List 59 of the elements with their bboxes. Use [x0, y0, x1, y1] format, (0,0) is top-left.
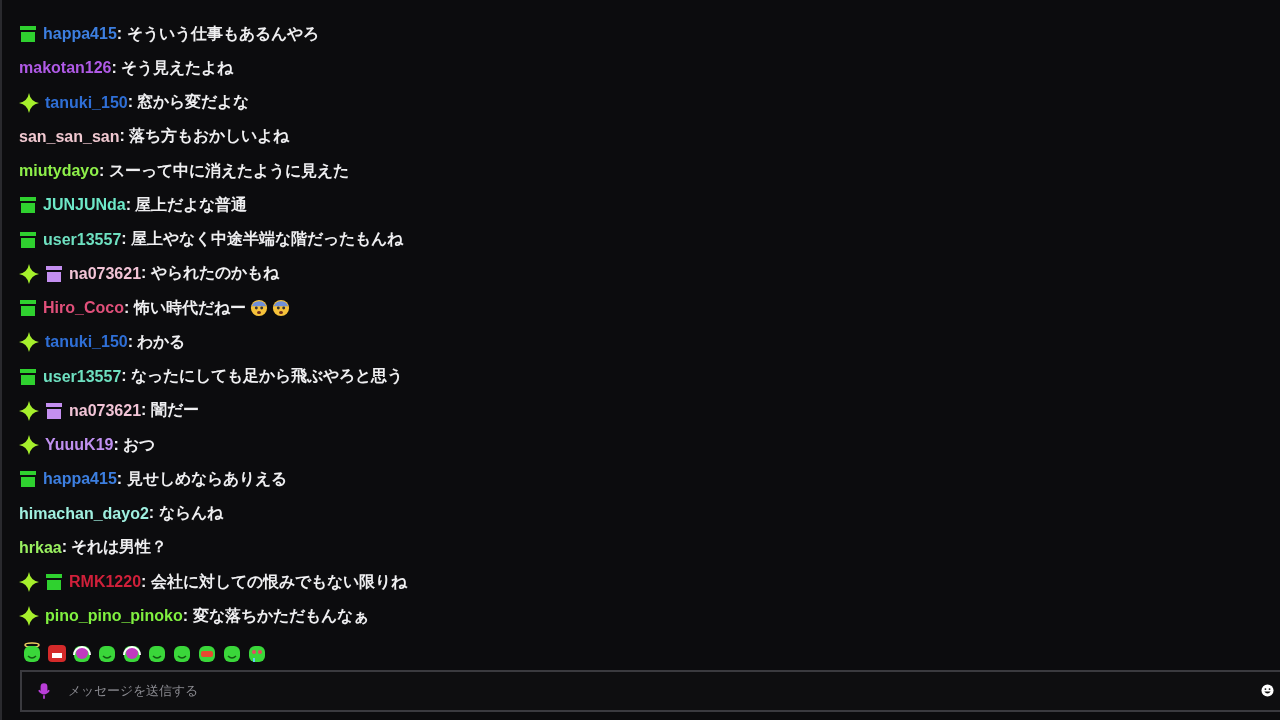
- chat-username[interactable]: makotan126: [19, 59, 112, 78]
- chat-username[interactable]: user13557: [43, 230, 122, 249]
- chat-username[interactable]: user13557: [43, 367, 122, 386]
- chat-message: : 変な落ちかただもんなぁ: [182, 605, 369, 627]
- chat-username[interactable]: RMK1220: [69, 573, 142, 592]
- smiley-icon[interactable]: [1261, 684, 1274, 697]
- chat-input-field[interactable]: メッセージを送信する: [20, 669, 1280, 712]
- sparkle-badge-icon: [19, 332, 39, 353]
- chat-username[interactable]: na073621: [69, 264, 142, 283]
- sparkle-badge-icon: [19, 400, 39, 421]
- chat-message: : 見せしめならありえる: [116, 468, 287, 490]
- gift-badge-icon: [45, 573, 63, 592]
- emote-icon[interactable]: [21, 641, 43, 664]
- chat-message: : スーって中に消えたように見えた: [99, 160, 349, 182]
- chat-username[interactable]: YuuuK19: [45, 436, 114, 455]
- chat-username[interactable]: pino_pino_pinoko: [45, 607, 183, 626]
- chat-username[interactable]: na073621: [69, 401, 142, 420]
- sparkle-badge-icon: [19, 606, 39, 627]
- chat-username[interactable]: happa415: [43, 25, 117, 44]
- chat-message: : やられたのかもね: [141, 263, 279, 284]
- chat-message: : それは男性？: [61, 537, 168, 558]
- chat-username[interactable]: miutydayo: [19, 162, 99, 181]
- chat-username[interactable]: happa415: [43, 470, 117, 489]
- gift-badge-icon: [19, 299, 37, 318]
- chat-username[interactable]: tanuki_150: [45, 333, 128, 352]
- chat-message: : 会社に対しての恨みでもない限りね: [141, 571, 407, 593]
- sparkle-badge-icon: [19, 572, 39, 593]
- chat-username[interactable]: tanuki_150: [45, 93, 128, 112]
- chat-message: : そう見えたよね: [111, 57, 234, 79]
- chat-username[interactable]: himachan_dayo2: [19, 504, 149, 523]
- sparkle-badge-icon: [19, 92, 39, 113]
- chat-message: : 窓から変だよな: [127, 92, 250, 113]
- chat-message: : ならんね: [148, 503, 223, 524]
- chat-message: : なったにしても足から飛ぶやろと思う: [121, 366, 404, 387]
- message-input-field[interactable]: メッセージを送信する: [66, 682, 1261, 699]
- sparkle-badge-icon: [19, 263, 39, 284]
- chat-username[interactable]: san_san_san: [19, 127, 120, 146]
- fearful-face-icon: [271, 299, 290, 318]
- gift-badge-icon: [45, 264, 63, 283]
- gift-badge-icon: [19, 196, 37, 215]
- chat-message: : おつ: [113, 434, 156, 455]
- chat-message: : 屋上やなく中途半端な階だったもんね: [121, 229, 404, 250]
- chat-message: : 屋上だよな普通: [125, 194, 248, 216]
- chat-message: : そういう仕事もあるんやろ: [116, 23, 319, 45]
- gift-badge-icon: [45, 401, 63, 420]
- chat-message: : 闇だー: [141, 400, 199, 421]
- gift-badge-icon: [19, 230, 37, 249]
- gift-badge-icon: [19, 367, 37, 386]
- chat-message: : 落ち方もおかしいよね: [119, 126, 290, 147]
- chat-username[interactable]: hrkaa: [19, 538, 62, 557]
- gift-badge-icon: [19, 25, 37, 44]
- chat-message: : 怖い時代だねー: [123, 297, 246, 318]
- gift-badge-icon: [19, 470, 37, 489]
- chat-username[interactable]: Hiro_Coco: [43, 299, 124, 318]
- microphone-icon[interactable]: [38, 681, 50, 700]
- chat-message: : わかる: [127, 331, 186, 352]
- sparkle-badge-icon: [19, 435, 39, 456]
- chat-username[interactable]: JUNJUNda: [43, 196, 126, 215]
- fearful-face-icon: [249, 299, 268, 318]
